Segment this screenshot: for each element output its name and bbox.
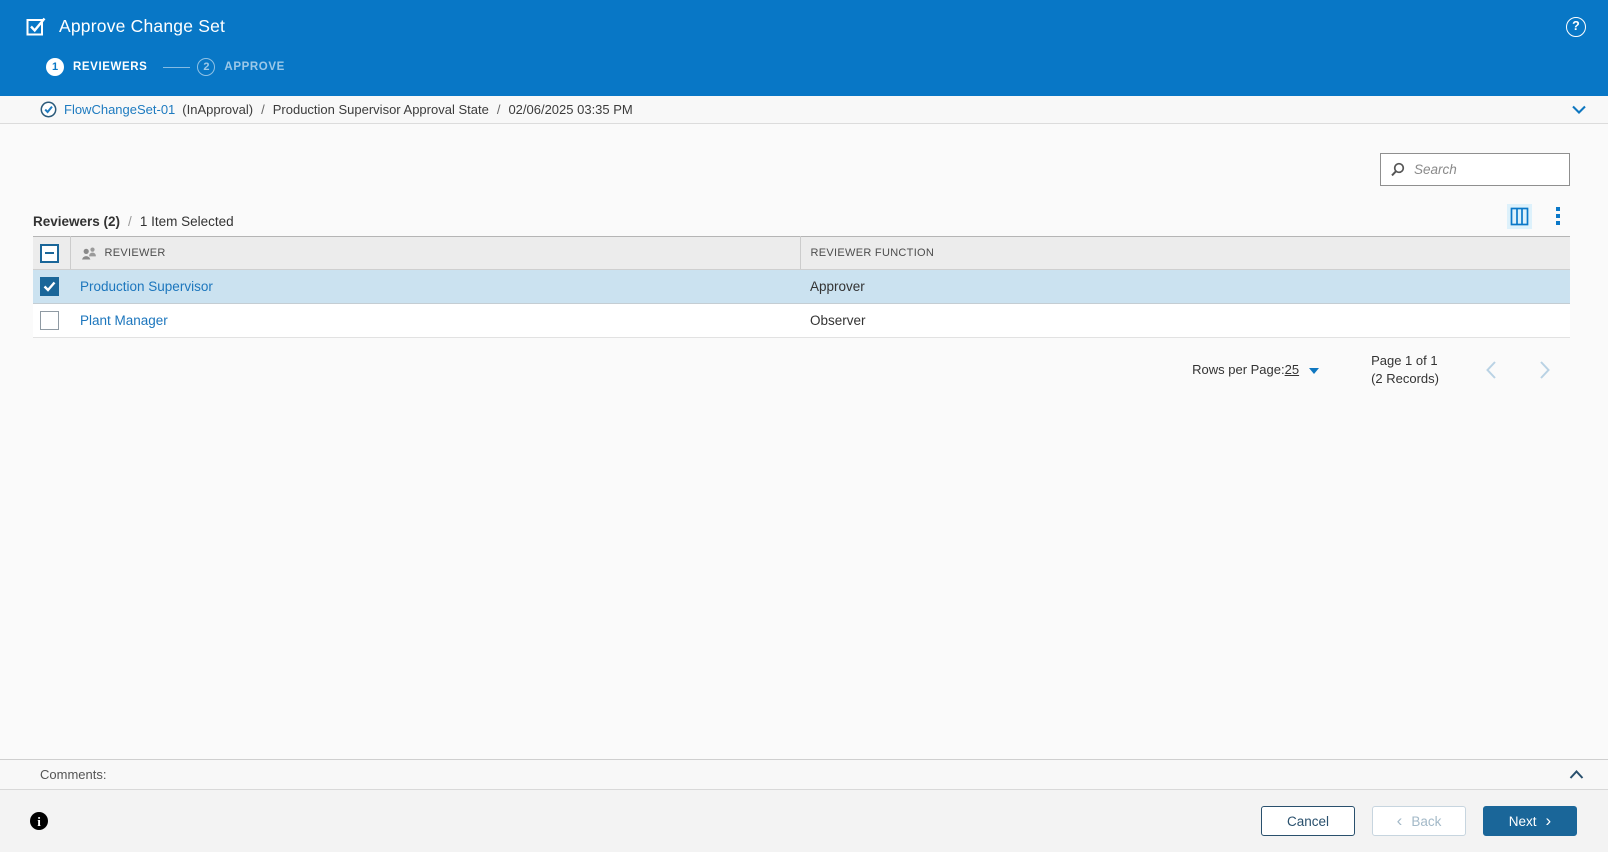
- step-connector: [163, 66, 191, 68]
- search-icon: [1391, 162, 1405, 177]
- cancel-button[interactable]: Cancel: [1261, 806, 1355, 836]
- reviewer-link[interactable]: Plant Manager: [80, 313, 168, 328]
- table-row[interactable]: Plant Manager Observer: [33, 303, 1570, 338]
- page-count-text: Page 1 of 1: [1371, 353, 1438, 368]
- back-label: Back: [1411, 813, 1442, 829]
- records-count-text: (2 Records): [1371, 370, 1439, 386]
- column-header-reviewer-function[interactable]: REVIEWER FUNCTION: [811, 247, 935, 259]
- breadcrumb-timestamp: 02/06/2025 03:35 PM: [508, 102, 633, 117]
- row-checkbox[interactable]: [40, 277, 59, 296]
- selection-status: 1 Item Selected: [139, 214, 234, 229]
- rows-per-page-label: Rows per Page:: [1192, 362, 1285, 378]
- reviewer-function-cell: Observer: [810, 313, 866, 328]
- step-reviewers[interactable]: 1 REVIEWERS: [46, 58, 147, 76]
- reviewers-table: REVIEWER REVIEWER FUNCTION Production Su…: [33, 236, 1570, 338]
- title-separator: /: [128, 214, 132, 229]
- column-settings-icon[interactable]: [1507, 203, 1532, 229]
- back-button[interactable]: ‹ Back: [1372, 806, 1466, 836]
- wizard-footer: i Cancel ‹ Back Next ›: [0, 789, 1608, 852]
- comments-label: Comments:: [40, 767, 107, 782]
- rows-per-page-value[interactable]: 25: [1285, 362, 1299, 377]
- step-2-label: APPROVE: [224, 61, 285, 73]
- select-all-checkbox[interactable]: [40, 243, 59, 263]
- help-icon[interactable]: ?: [1566, 16, 1586, 37]
- search-input[interactable]: [1414, 162, 1560, 177]
- comments-section[interactable]: Comments:: [0, 759, 1608, 789]
- next-label: Next: [1508, 813, 1537, 829]
- breadcrumb-object-link[interactable]: FlowChangeSet-01: [64, 102, 175, 117]
- reviewer-function-cell: Approver: [810, 279, 865, 294]
- next-chevron-icon: ›: [1545, 810, 1552, 830]
- page-info: Page 1 of 1 (2 Records): [1371, 352, 1439, 387]
- status-check-circle-icon: [40, 101, 57, 118]
- table-header-row: REVIEWER REVIEWER FUNCTION: [33, 236, 1570, 270]
- page-title: Approve Change Set: [59, 16, 226, 36]
- breadcrumb-separator: /: [261, 102, 265, 117]
- rows-per-page-dropdown[interactable]: Rows per Page: 25: [1192, 362, 1320, 378]
- column-header-reviewer[interactable]: REVIEWER: [105, 247, 166, 259]
- wizard-steps: 1 REVIEWERS 2 APPROVE: [0, 47, 1608, 87]
- back-chevron-icon: ‹: [1396, 810, 1403, 830]
- dropdown-caret-icon: [1309, 367, 1320, 374]
- step-approve[interactable]: 2 APPROVE: [197, 58, 284, 76]
- pagination: Rows per Page: 25 Page 1 of 1 (2 Records): [33, 352, 1570, 387]
- comments-chevron-up-icon[interactable]: [1567, 768, 1586, 781]
- next-page-icon[interactable]: [1537, 359, 1553, 381]
- next-button[interactable]: Next ›: [1483, 806, 1577, 836]
- step-2-circle: 2: [197, 58, 216, 76]
- approve-checkbox-icon: [26, 16, 47, 37]
- wizard-header: Approve Change Set ? 1 REVIEWERS 2 APPRO…: [0, 0, 1608, 96]
- table-title: Reviewers (2): [33, 214, 121, 229]
- reviewer-link[interactable]: Production Supervisor: [80, 279, 213, 294]
- cancel-label: Cancel: [1286, 813, 1330, 829]
- breadcrumb-separator: /: [496, 102, 501, 117]
- table-row[interactable]: Production Supervisor Approver: [33, 269, 1570, 304]
- step-1-circle: 1: [46, 58, 64, 76]
- breadcrumb-chevron-down-icon[interactable]: [1570, 103, 1588, 116]
- people-icon: [81, 247, 96, 259]
- step-1-label: REVIEWERS: [73, 61, 148, 73]
- breadcrumb: FlowChangeSet-01 (InApproval) / Producti…: [0, 96, 1608, 124]
- row-checkbox[interactable]: [40, 311, 59, 330]
- breadcrumb-state: Production Supervisor Approval State: [272, 102, 489, 117]
- breadcrumb-status: (InApproval): [182, 102, 254, 117]
- kebab-menu-icon[interactable]: [1552, 203, 1564, 229]
- info-icon[interactable]: i: [30, 812, 48, 830]
- search-box: [1380, 153, 1570, 186]
- main-content: Reviewers (2) / 1 Item Selected: [0, 124, 1608, 759]
- previous-page-icon[interactable]: [1483, 359, 1499, 381]
